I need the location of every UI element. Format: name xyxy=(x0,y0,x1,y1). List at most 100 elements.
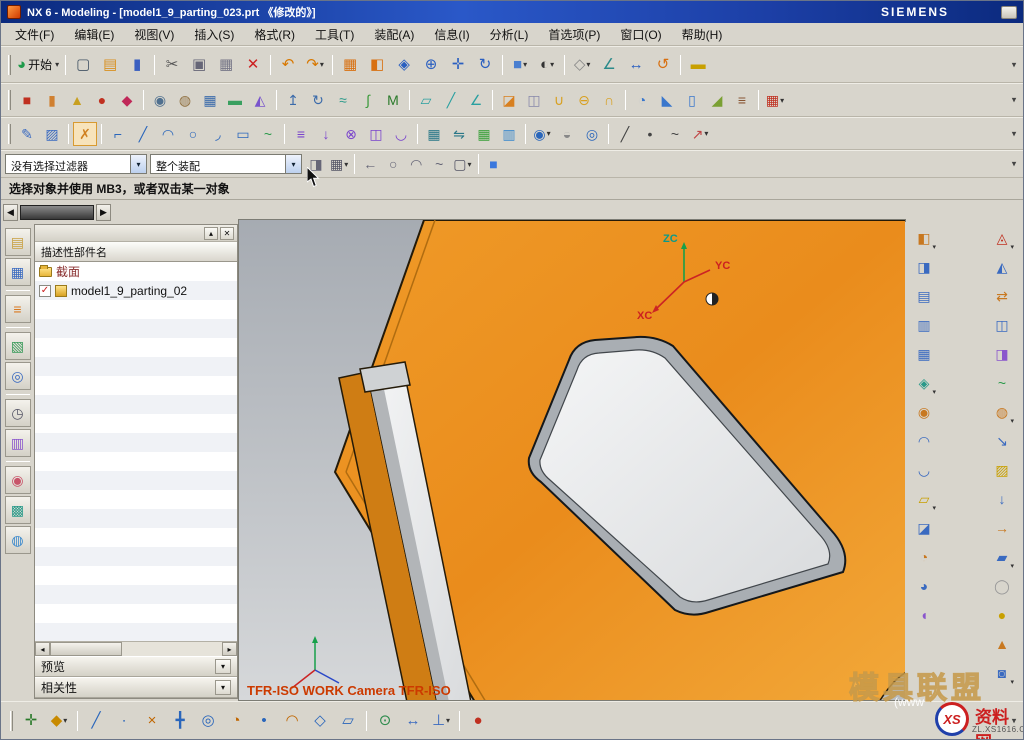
x-form-dropdown[interactable]: ▾ xyxy=(1010,243,1014,251)
snap-preferences[interactable]: ⊙ xyxy=(372,708,398,734)
menu-view[interactable]: 视图(V) xyxy=(124,23,184,46)
intersection-curve[interactable]: ⊗ xyxy=(339,122,363,146)
point-on-surface-snap[interactable]: ◇ xyxy=(307,708,333,734)
smooth-pole[interactable]: ~ xyxy=(989,370,1015,396)
chevron-down-icon[interactable]: ▾ xyxy=(215,659,231,674)
profile-curve[interactable]: ⌐ xyxy=(106,122,130,146)
arc-curve[interactable]: ◠ xyxy=(156,122,180,146)
select-curve[interactable]: ◠ xyxy=(405,153,427,175)
mirror-curve[interactable]: ⇋ xyxy=(447,122,471,146)
roles-palette[interactable]: ◉ xyxy=(5,466,31,494)
new-file-button[interactable]: ▢ xyxy=(70,52,96,78)
rectangle-curve[interactable]: ▭ xyxy=(231,122,255,146)
rendering-style-button[interactable]: ◐▾ xyxy=(534,52,560,78)
snap-settings[interactable]: ◨ xyxy=(305,153,327,175)
move-object-button[interactable]: ↔ xyxy=(623,52,649,78)
history-palette[interactable]: ◷ xyxy=(5,399,31,427)
rendering-style-button-dropdown[interactable]: ▾ xyxy=(550,60,554,69)
studio-spline[interactable]: ~ xyxy=(256,122,280,146)
four-point-surface-dropdown[interactable]: ▾ xyxy=(932,243,936,251)
menu-format[interactable]: 格式(R) xyxy=(244,23,305,46)
face-blend[interactable]: ◔ xyxy=(911,544,937,570)
open-file-button[interactable]: ▤ xyxy=(97,52,123,78)
tree-row-sections[interactable]: 截面 xyxy=(35,262,237,281)
menu-preferences[interactable]: 首选项(P) xyxy=(538,23,610,46)
selection-scope-combo[interactable]: 整个装配 ▾ xyxy=(150,154,302,174)
quadrant-snap[interactable]: ◔ xyxy=(223,708,249,734)
menu-assemblies[interactable]: 装配(A) xyxy=(364,23,424,46)
replace-edge[interactable]: ◨ xyxy=(989,341,1015,367)
web-browser[interactable]: ◍ xyxy=(5,526,31,554)
datum-grid-feature[interactable]: ◆ xyxy=(115,88,139,112)
pocket-feature[interactable]: ▦ xyxy=(198,88,222,112)
toolbar-grip[interactable] xyxy=(8,55,11,75)
panel-pin-button[interactable]: ▴ xyxy=(204,227,218,240)
measure-distance[interactable]: ↔ xyxy=(400,708,426,734)
match-edge[interactable]: ⇄ xyxy=(989,283,1015,309)
arc-center-snap[interactable]: ◎ xyxy=(195,708,221,734)
csys-orient-button[interactable]: ∠ xyxy=(596,52,622,78)
assembly-navigator[interactable]: ▤ xyxy=(5,228,31,256)
pan-button[interactable]: ✛ xyxy=(445,52,471,78)
pad-feature[interactable]: ▬ xyxy=(223,88,247,112)
ruled-surface[interactable]: ▤ xyxy=(911,283,937,309)
tile-windows-button[interactable]: ◧ xyxy=(364,52,390,78)
sphere-feature[interactable]: ● xyxy=(90,88,114,112)
pattern-feature-dropdown[interactable]: ▾ xyxy=(780,96,784,105)
sweep-feature[interactable]: ≈ xyxy=(331,88,355,112)
pattern-feature[interactable]: ▦▾ xyxy=(763,88,787,112)
intersect-boolean[interactable]: ∩ xyxy=(597,88,621,112)
shaded-cube-toggle[interactable]: ■ xyxy=(483,153,505,175)
save-button[interactable]: ▮ xyxy=(124,52,150,78)
selection-filter-dropdown[interactable]: ▾ xyxy=(130,155,146,173)
menu-tools[interactable]: 工具(T) xyxy=(305,23,364,46)
extrude-feature[interactable]: ↥ xyxy=(281,88,305,112)
part-checkbox[interactable]: ✓ xyxy=(39,285,51,297)
zoom-in-button[interactable]: ⊕ xyxy=(418,52,444,78)
offset-surface-dropdown[interactable]: ▾ xyxy=(932,504,936,512)
select-freehand[interactable]: ~ xyxy=(428,153,450,175)
circle-curve[interactable]: ○ xyxy=(181,122,205,146)
shaded-view-button-dropdown[interactable]: ▾ xyxy=(523,60,527,69)
offset-surface[interactable]: ▱▾ xyxy=(911,486,937,512)
law-extension[interactable]: ◖ xyxy=(911,602,937,628)
start-button-dropdown[interactable]: ▾ xyxy=(55,60,59,69)
rotate-object-button[interactable]: ↺ xyxy=(650,52,676,78)
point-on-curve-snap[interactable]: ◠ xyxy=(279,708,305,734)
tree-row-part[interactable]: ✓ model1_9_parting_02 xyxy=(35,281,237,300)
simple-distance[interactable]: ⊥▾ xyxy=(428,708,454,734)
offset-curve[interactable]: ≡ xyxy=(289,122,313,146)
collapsed-panel-tab[interactable] xyxy=(20,205,94,220)
cut-button[interactable]: ✂ xyxy=(159,52,185,78)
start-button[interactable]: ◕开始▾ xyxy=(15,52,61,78)
delete-button[interactable]: ✕ xyxy=(240,52,266,78)
through-curves[interactable]: ▥ xyxy=(911,312,937,338)
mid-point-snap[interactable]: ∙ xyxy=(111,708,137,734)
immediate-hide[interactable]: ◎ xyxy=(580,122,604,146)
orient-view-button-dropdown[interactable]: ▾ xyxy=(586,60,590,69)
fit-view-button[interactable]: ◈ xyxy=(391,52,417,78)
datum-csys[interactable]: ∠ xyxy=(464,88,488,112)
enable-snap-point[interactable]: ◆▾ xyxy=(46,708,72,734)
end-point-snap[interactable]: ╱ xyxy=(83,708,109,734)
sketch[interactable]: ✎ xyxy=(15,122,39,146)
helix-feature[interactable]: ∫ xyxy=(356,88,380,112)
menu-file[interactable]: 文件(F) xyxy=(5,23,64,46)
studio-surface[interactable]: ◈▾ xyxy=(911,370,937,396)
control-point-snap[interactable]: × xyxy=(139,708,165,734)
pattern-curve[interactable]: ▦ xyxy=(422,122,446,146)
split-body[interactable]: ◫ xyxy=(522,88,546,112)
draft[interactable]: ◢ xyxy=(705,88,729,112)
point-tool[interactable]: • xyxy=(638,122,662,146)
toolbar-grip[interactable] xyxy=(8,124,11,144)
project-face[interactable]: ↓ xyxy=(989,486,1015,512)
trimmed-sheet[interactable]: ◪ xyxy=(911,515,937,541)
spline-tool[interactable]: ~ xyxy=(663,122,687,146)
block-feature[interactable]: ■ xyxy=(15,88,39,112)
graphics-viewport[interactable]: ZC YC XC TFR-ISO WORK Camera TFR-ISO xyxy=(238,219,906,701)
extension-surface[interactable]: → xyxy=(989,515,1015,541)
previous-selection[interactable]: ← xyxy=(359,153,381,175)
line-curve[interactable]: ╱ xyxy=(131,122,155,146)
macro-record[interactable]: ● xyxy=(465,708,491,734)
copy-button[interactable]: ▣ xyxy=(186,52,212,78)
